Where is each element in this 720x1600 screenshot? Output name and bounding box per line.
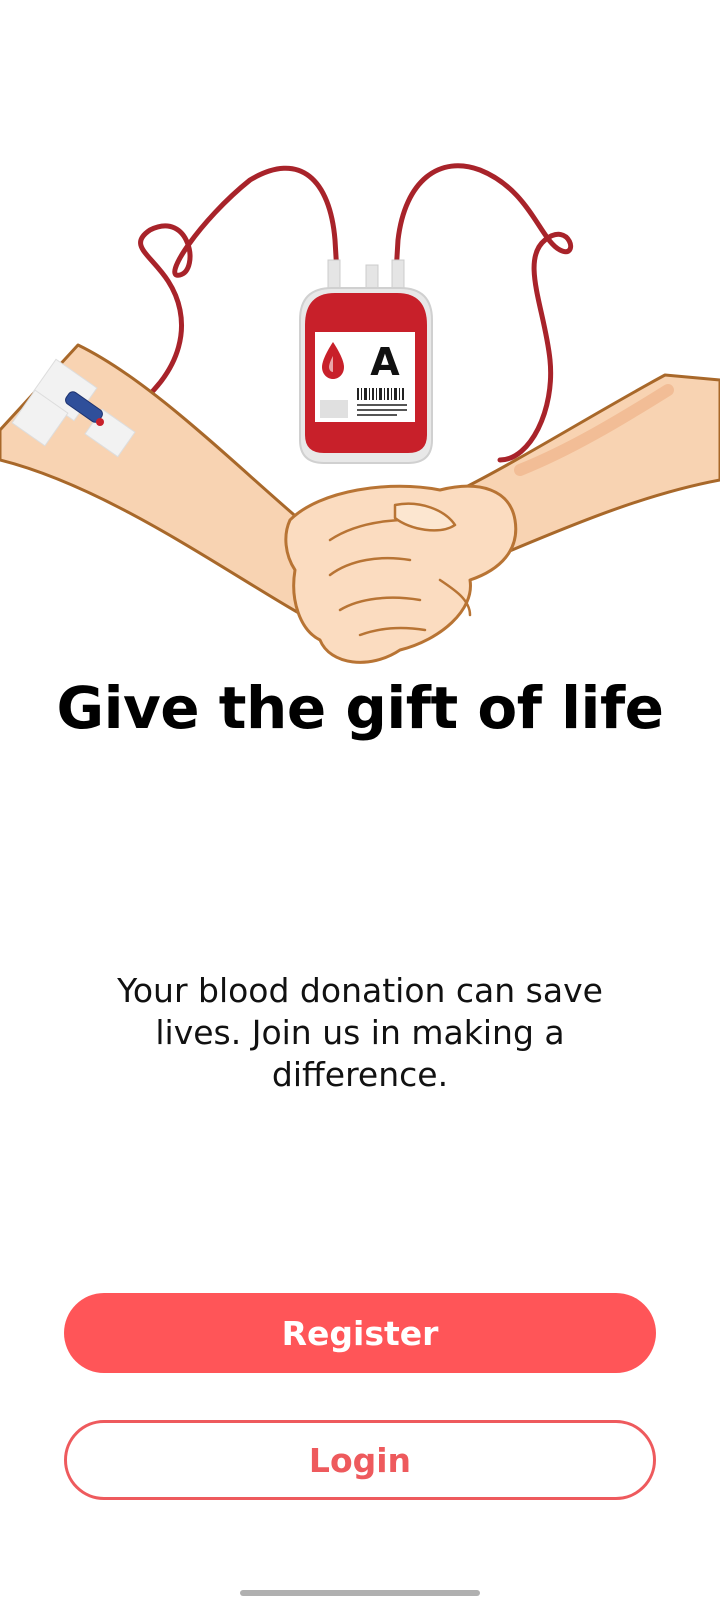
page-subtitle: Your blood donation can save lives. Join… [117, 971, 603, 1094]
blood-donation-illustration: A [0, 163, 720, 664]
home-indicator[interactable] [240, 1590, 480, 1596]
handshake-icon [284, 484, 518, 664]
page-title: Give the gift of life [56, 674, 664, 742]
login-button[interactable]: Login [64, 1420, 656, 1500]
left-arm [0, 343, 332, 632]
blood-type-label: A [370, 340, 400, 384]
register-button[interactable]: Register [64, 1293, 656, 1373]
blood-bag-icon: A [299, 259, 433, 464]
